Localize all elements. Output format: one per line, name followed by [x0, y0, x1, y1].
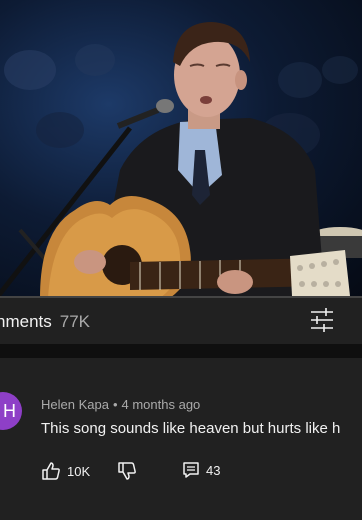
- meta-separator: •: [112, 397, 118, 412]
- comment-meta: Helen Kapa • 4 months ago: [41, 397, 200, 412]
- thumbs-up-icon: [42, 462, 60, 480]
- section-divider: [0, 344, 362, 358]
- dislike-button[interactable]: [117, 461, 137, 481]
- video-player[interactable]: [0, 0, 362, 298]
- like-count: 10K: [67, 463, 91, 479]
- comment-text: This song sounds like heaven but hurts l…: [41, 420, 341, 437]
- comments-title-label: nments: [0, 312, 52, 331]
- reply-count: 43: [206, 462, 221, 478]
- reply-button[interactable]: 43: [182, 461, 220, 479]
- comments-title: nments 77K: [0, 312, 90, 332]
- comment-author[interactable]: Helen Kapa: [41, 397, 109, 412]
- thumbs-down-icon: [118, 462, 136, 480]
- comments-header[interactable]: nments 77K: [0, 298, 362, 344]
- reply-icon: [183, 462, 199, 478]
- like-button[interactable]: 10K: [41, 461, 90, 481]
- sort-filter-icon[interactable]: [308, 307, 336, 333]
- comments-count: 77K: [59, 312, 90, 331]
- comment-item[interactable]: H Helen Kapa • 4 months ago This song soun…: [0, 358, 362, 520]
- video-frame: [0, 22, 362, 298]
- comment-time: 4 months ago: [121, 397, 201, 412]
- avatar[interactable]: H: [0, 392, 22, 430]
